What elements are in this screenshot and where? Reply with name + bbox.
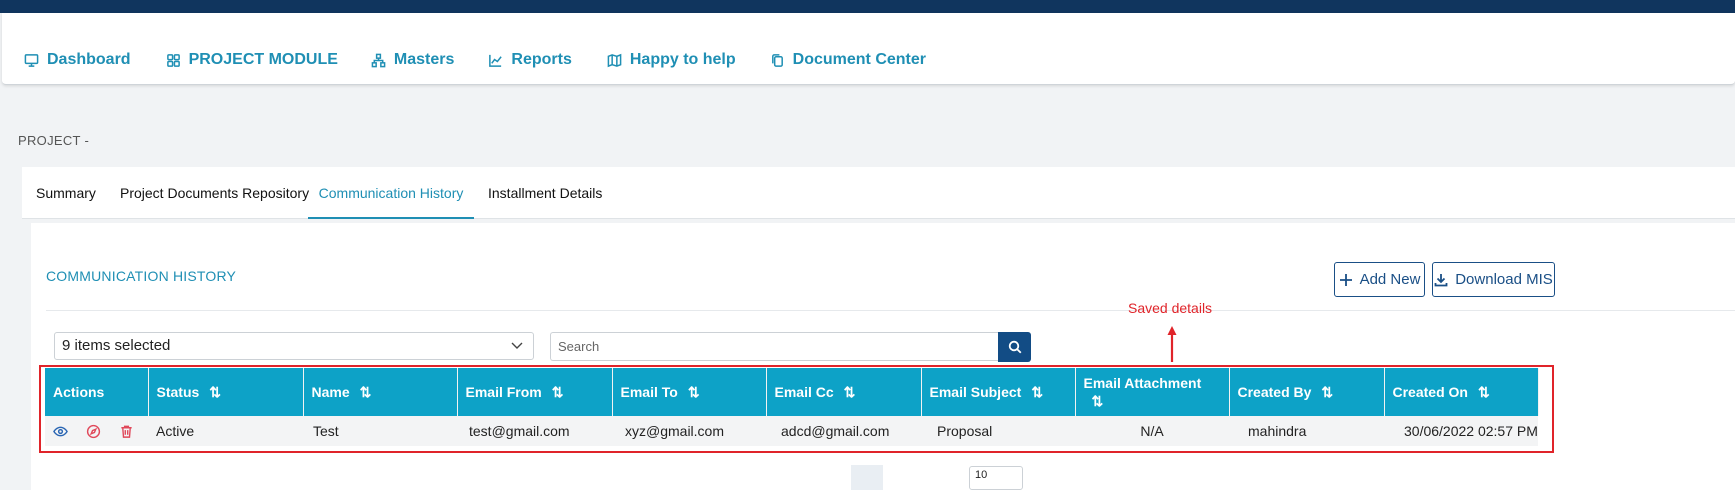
search-icon <box>1008 340 1021 354</box>
sort-icon[interactable]: ⇅ <box>844 384 856 400</box>
table-header-row: Actions Status ⇅ Name ⇅ Email From ⇅ Email … <box>45 368 1539 416</box>
communication-history-panel: COMMUNICATION HISTORY Add New Download M… <box>31 223 1735 490</box>
map-icon <box>607 53 622 67</box>
search-button[interactable] <box>998 332 1031 362</box>
download-mis-label: Download MIS <box>1455 271 1553 288</box>
section-title: COMMUNICATION HISTORY <box>46 268 237 284</box>
select-value: 9 items selected <box>62 337 171 354</box>
column-header-email-attachment[interactable]: Email Attachment ⇅ <box>1075 368 1230 416</box>
top-navigation: Dashboard PROJECT MODULE Masters Reports… <box>2 13 1735 85</box>
monitor-icon <box>24 53 39 67</box>
nav-item-document-center[interactable]: Document Center <box>770 51 926 69</box>
column-header-created-on[interactable]: Created On ⇅ <box>1384 368 1539 416</box>
nav-menu: Dashboard PROJECT MODULE Masters Reports… <box>2 51 926 69</box>
tab-installment-details[interactable]: Installment Details <box>488 167 602 219</box>
annotation-arrow-icon <box>1167 326 1177 362</box>
download-icon <box>1434 273 1448 286</box>
copy-icon <box>771 53 783 67</box>
table-row[interactable]: Active Test test@gmail.com xyz@gmail.com… <box>45 416 1538 446</box>
divider <box>46 310 1735 311</box>
tab-bar: Summary Project Documents Repository Com… <box>22 167 1735 219</box>
nav-item-masters[interactable]: Masters <box>371 51 454 69</box>
email-attachment-cell: N/A <box>1075 416 1229 446</box>
sort-icon[interactable]: ⇅ <box>1031 384 1043 400</box>
column-header-status[interactable]: Status ⇅ <box>148 368 304 416</box>
column-header-email-cc[interactable]: Email Cc ⇅ <box>766 368 922 416</box>
main-content: PROJECT - Summary Project Documents Repo… <box>2 105 1735 490</box>
communication-table: Actions Status ⇅ Name ⇅ Email From ⇅ Email … <box>45 368 1539 446</box>
column-header-email-to[interactable]: Email To ⇅ <box>612 368 767 416</box>
page-size-select[interactable]: 10 <box>969 466 1023 490</box>
compass-icon[interactable] <box>86 424 101 439</box>
column-header-email-from[interactable]: Email From ⇅ <box>457 368 613 416</box>
sort-icon[interactable]: ⇅ <box>360 384 372 400</box>
column-header-name[interactable]: Name ⇅ <box>303 368 458 416</box>
grid-icon <box>166 53 180 67</box>
nav-item-happy-to-help[interactable]: Happy to help <box>607 51 736 69</box>
hierarchy-icon <box>371 53 386 67</box>
nav-item-label: Document Center <box>792 51 926 68</box>
sort-icon[interactable]: ⇅ <box>1478 384 1490 400</box>
email-from-cell: test@gmail.com <box>457 416 612 446</box>
sort-icon[interactable]: ⇅ <box>688 384 700 400</box>
line-chart-icon <box>489 54 503 67</box>
breadcrumb: PROJECT - <box>18 133 90 148</box>
email-to-cell: xyz@gmail.com <box>612 416 766 446</box>
tab-summary[interactable]: Summary <box>36 167 96 219</box>
add-new-label: Add New <box>1359 271 1421 288</box>
sort-icon[interactable]: ⇅ <box>209 384 221 400</box>
sort-icon[interactable]: ⇅ <box>1321 384 1333 400</box>
chevron-down-icon <box>511 342 523 349</box>
nav-item-label: PROJECT MODULE <box>188 51 338 68</box>
nav-item-project-module[interactable]: PROJECT MODULE <box>166 51 338 69</box>
pagination-current-page[interactable] <box>851 465 883 490</box>
nav-item-label: Reports <box>511 51 572 68</box>
nav-item-dashboard[interactable]: Dashboard <box>24 51 131 69</box>
created-on-cell: 30/06/2022 02:57 PM <box>1384 416 1538 446</box>
tab-project-documents-repository[interactable]: Project Documents Repository <box>120 167 309 219</box>
status-cell: Active <box>148 416 303 446</box>
search-input[interactable] <box>550 332 998 361</box>
created-by-cell: mahindra <box>1229 416 1384 446</box>
name-cell: Test <box>303 416 457 446</box>
actions-cell <box>45 416 148 446</box>
column-header-created-by[interactable]: Created By ⇅ <box>1229 368 1385 416</box>
sort-icon[interactable]: ⇅ <box>1092 393 1104 409</box>
tab-communication-history[interactable]: Communication History <box>308 167 474 219</box>
nav-item-label: Masters <box>393 51 455 68</box>
nav-item-label: Happy to help <box>629 51 736 68</box>
plus-icon <box>1339 273 1352 286</box>
email-subject-cell: Proposal <box>921 416 1075 446</box>
column-select-dropdown[interactable]: 9 items selected <box>54 332 534 360</box>
sort-icon[interactable]: ⇅ <box>552 384 564 400</box>
download-mis-button[interactable]: Download MIS <box>1432 262 1555 297</box>
email-cc-cell: adcd@gmail.com <box>766 416 921 446</box>
trash-icon[interactable] <box>119 424 134 439</box>
column-header-actions: Actions <box>45 368 149 416</box>
saved-details-annotation: Saved details <box>1128 300 1213 316</box>
view-eye-icon[interactable] <box>53 424 68 439</box>
column-header-email-subject[interactable]: Email Subject ⇅ <box>921 368 1076 416</box>
add-new-button[interactable]: Add New <box>1334 262 1425 297</box>
top-bar <box>0 0 1735 13</box>
nav-item-label: Dashboard <box>47 51 131 68</box>
nav-item-reports[interactable]: Reports <box>488 51 572 69</box>
